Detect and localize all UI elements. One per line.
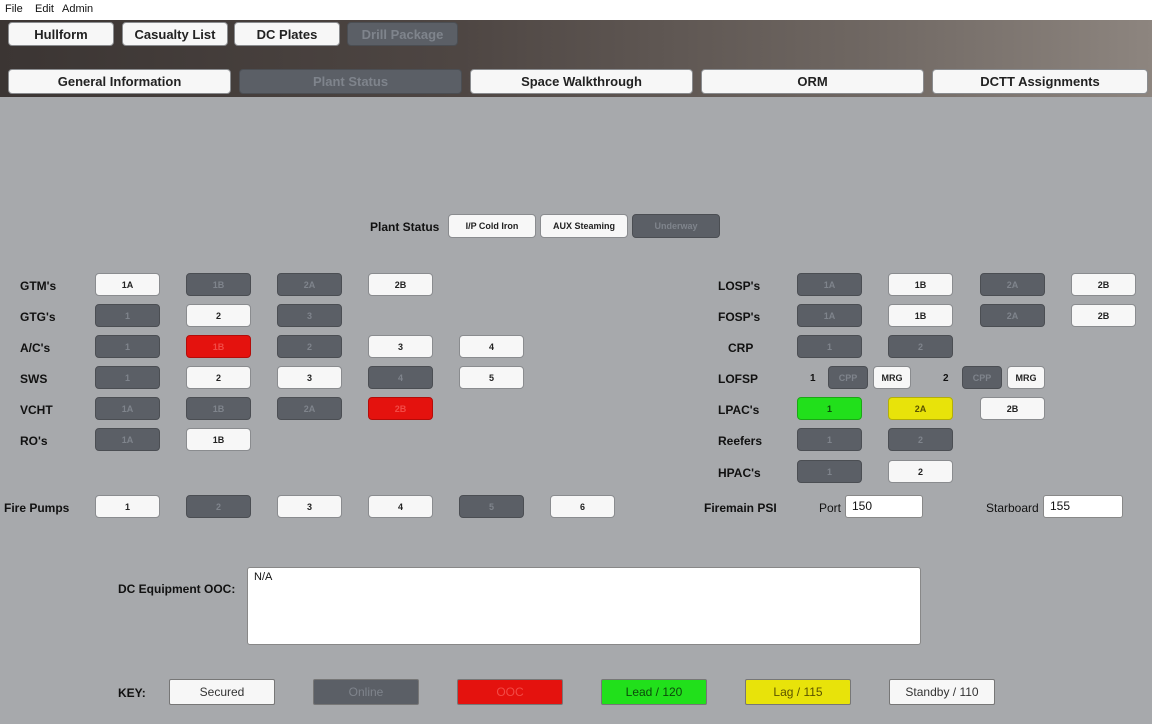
lofsp-1-mrg-button[interactable]: MRG bbox=[873, 366, 911, 389]
ro-1a-button[interactable]: 1A bbox=[95, 428, 160, 451]
sws-2-button[interactable]: 2 bbox=[186, 366, 251, 389]
key-lead: Lead / 120 bbox=[601, 679, 707, 705]
losp-2a-button[interactable]: 2A bbox=[980, 273, 1045, 296]
ac-2-button[interactable]: 2 bbox=[277, 335, 342, 358]
sws-label: SWS bbox=[20, 372, 48, 386]
menu-edit[interactable]: Edit bbox=[35, 3, 54, 15]
fire-pump-5-button[interactable]: 5 bbox=[459, 495, 524, 518]
ac-label: A/C's bbox=[20, 341, 51, 355]
lofsp-2-cpp-button[interactable]: CPP bbox=[962, 366, 1002, 389]
tab-casualty-list[interactable]: Casualty List bbox=[122, 22, 228, 46]
ro-1b-button[interactable]: 1B bbox=[186, 428, 251, 451]
fire-pump-2-button[interactable]: 2 bbox=[186, 495, 251, 518]
gtm-2a-button[interactable]: 2A bbox=[277, 273, 342, 296]
vcht-2b-button[interactable]: 2B bbox=[368, 397, 433, 420]
key-online: Online bbox=[313, 679, 419, 705]
firemain-psi-label: Firemain PSI bbox=[704, 501, 777, 515]
sub-tab-strip: General Information Plant Status Space W… bbox=[0, 60, 1152, 97]
key-label: KEY: bbox=[118, 686, 146, 700]
fire-pump-3-button[interactable]: 3 bbox=[277, 495, 342, 518]
menu-file[interactable]: File bbox=[5, 3, 23, 15]
lofsp-unit-2-label: 2 bbox=[943, 373, 949, 384]
gtg-1-button[interactable]: 1 bbox=[95, 304, 160, 327]
lpac-1-button[interactable]: 1 bbox=[797, 397, 862, 420]
crp-label: CRP bbox=[728, 341, 754, 355]
ac-4-button[interactable]: 4 bbox=[459, 335, 524, 358]
vcht-1a-button[interactable]: 1A bbox=[95, 397, 160, 420]
sws-5-button[interactable]: 5 bbox=[459, 366, 524, 389]
losp-1b-button[interactable]: 1B bbox=[888, 273, 953, 296]
lofsp-1-cpp-button[interactable]: CPP bbox=[828, 366, 868, 389]
reefers-1-button[interactable]: 1 bbox=[797, 428, 862, 451]
gtm-1b-button[interactable]: 1B bbox=[186, 273, 251, 296]
reefers-label: Reefers bbox=[718, 434, 763, 448]
gtg-label: GTG's bbox=[20, 310, 56, 324]
vcht-1b-button[interactable]: 1B bbox=[186, 397, 251, 420]
crp-2-button[interactable]: 2 bbox=[888, 335, 953, 358]
losp-label: LOSP's bbox=[718, 279, 761, 293]
lpac-label: LPAC's bbox=[718, 403, 760, 417]
lpac-2b-button[interactable]: 2B bbox=[980, 397, 1045, 420]
firemain-port-field[interactable]: 150 bbox=[845, 495, 923, 518]
fire-pump-1-button[interactable]: 1 bbox=[95, 495, 160, 518]
gtg-2-button[interactable]: 2 bbox=[186, 304, 251, 327]
tab-dctt-assignments[interactable]: DCTT Assignments bbox=[932, 69, 1148, 94]
lpac-2a-button[interactable]: 2A bbox=[888, 397, 953, 420]
fire-pumps-label: Fire Pumps bbox=[4, 501, 70, 515]
firemain-starboard-field[interactable]: 155 bbox=[1043, 495, 1123, 518]
ac-1b-button[interactable]: 1B bbox=[186, 335, 251, 358]
top-tab-strip: Hullform Casualty List DC Plates Drill P… bbox=[0, 20, 1152, 60]
fosp-1b-button[interactable]: 1B bbox=[888, 304, 953, 327]
plant-status-aux-steaming-button[interactable]: AUX Steaming bbox=[540, 214, 628, 238]
sws-1-button[interactable]: 1 bbox=[95, 366, 160, 389]
fosp-label: FOSP's bbox=[718, 310, 761, 324]
reefers-2-button[interactable]: 2 bbox=[888, 428, 953, 451]
tab-plant-status[interactable]: Plant Status bbox=[239, 69, 462, 94]
key-secured: Secured bbox=[169, 679, 275, 705]
losp-1a-button[interactable]: 1A bbox=[797, 273, 862, 296]
sws-4-button[interactable]: 4 bbox=[368, 366, 433, 389]
gtm-label: GTM's bbox=[20, 279, 57, 293]
lofsp-label: LOFSP bbox=[718, 372, 759, 386]
crp-1-button[interactable]: 1 bbox=[797, 335, 862, 358]
hpac-2-button[interactable]: 2 bbox=[888, 460, 953, 483]
gtm-2b-button[interactable]: 2B bbox=[368, 273, 433, 296]
lofsp-2-mrg-button[interactable]: MRG bbox=[1007, 366, 1045, 389]
firemain-starboard-label: Starboard bbox=[986, 501, 1039, 515]
ac-1-button[interactable]: 1 bbox=[95, 335, 160, 358]
menu-admin[interactable]: Admin bbox=[62, 3, 93, 15]
dc-equipment-ooc-label: DC Equipment OOC: bbox=[118, 582, 236, 596]
key-lag: Lag / 115 bbox=[745, 679, 851, 705]
plant-status-label: Plant Status bbox=[370, 220, 440, 234]
tab-drill-package[interactable]: Drill Package bbox=[347, 22, 458, 46]
gtm-1a-button[interactable]: 1A bbox=[95, 273, 160, 296]
firemain-port-label: Port bbox=[819, 501, 842, 515]
dc-equipment-ooc-textarea[interactable]: N/A bbox=[247, 567, 921, 645]
key-ooc: OOC bbox=[457, 679, 563, 705]
hpac-label: HPAC's bbox=[718, 466, 761, 480]
tab-orm[interactable]: ORM bbox=[701, 69, 924, 94]
lofsp-unit-1-label: 1 bbox=[810, 373, 816, 384]
fosp-2a-button[interactable]: 2A bbox=[980, 304, 1045, 327]
tab-general-information[interactable]: General Information bbox=[8, 69, 231, 94]
ac-3-button[interactable]: 3 bbox=[368, 335, 433, 358]
vcht-2a-button[interactable]: 2A bbox=[277, 397, 342, 420]
sws-3-button[interactable]: 3 bbox=[277, 366, 342, 389]
tab-hullform[interactable]: Hullform bbox=[8, 22, 114, 46]
gtg-3-button[interactable]: 3 bbox=[277, 304, 342, 327]
plant-status-underway-button[interactable]: Underway bbox=[632, 214, 720, 238]
tab-space-walkthrough[interactable]: Space Walkthrough bbox=[470, 69, 693, 94]
losp-2b-button[interactable]: 2B bbox=[1071, 273, 1136, 296]
key-standby: Standby / 110 bbox=[889, 679, 995, 705]
ro-label: RO's bbox=[20, 434, 48, 448]
menu-bar: File Edit Admin bbox=[0, 0, 1152, 20]
tab-dc-plates[interactable]: DC Plates bbox=[234, 22, 340, 46]
fosp-1a-button[interactable]: 1A bbox=[797, 304, 862, 327]
plant-status-cold-iron-button[interactable]: I/P Cold Iron bbox=[448, 214, 536, 238]
fire-pump-6-button[interactable]: 6 bbox=[550, 495, 615, 518]
fire-pump-4-button[interactable]: 4 bbox=[368, 495, 433, 518]
fosp-2b-button[interactable]: 2B bbox=[1071, 304, 1136, 327]
hpac-1-button[interactable]: 1 bbox=[797, 460, 862, 483]
vcht-label: VCHT bbox=[20, 403, 53, 417]
